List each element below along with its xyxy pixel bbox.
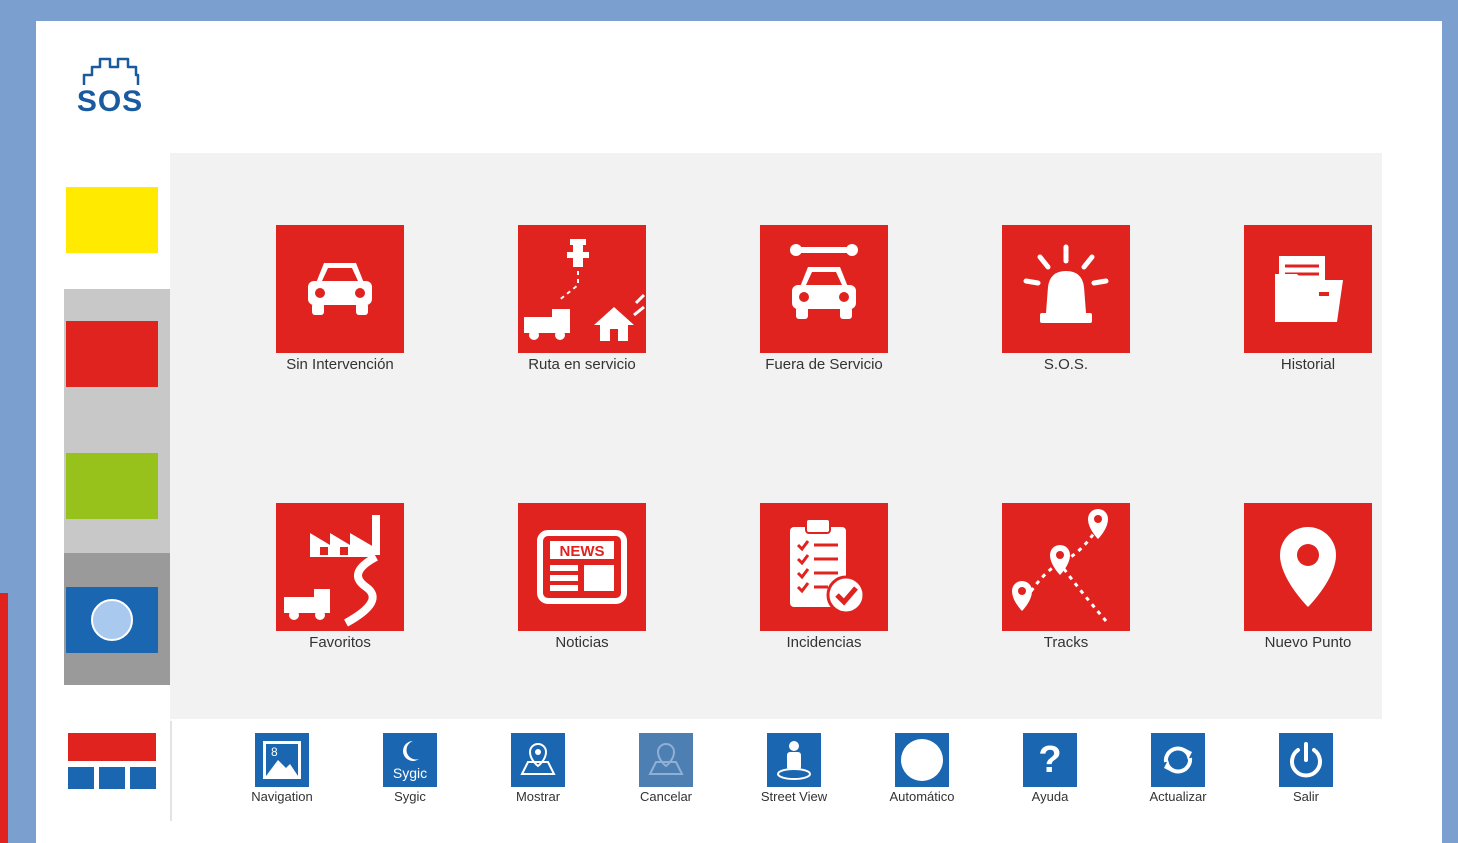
salir-button[interactable]: Salir: [1256, 733, 1356, 804]
street-view-icon: [767, 733, 821, 787]
show-map-icon: [511, 733, 565, 787]
logo-text: SOS: [76, 85, 144, 118]
status-group-gray: [64, 289, 170, 553]
main-tile-grid: Sin Intervención Ruta en servicio Fuera …: [170, 153, 1382, 719]
map-pins-icon: [1012, 509, 1108, 622]
layout-blue-cell-1: [68, 767, 94, 789]
status-green-swatch[interactable]: [66, 453, 158, 519]
toolbar-label: Ayuda: [1031, 789, 1069, 804]
navigation-button[interactable]: 8 Navigation: [232, 733, 332, 804]
layout-red-bar: [68, 733, 156, 761]
tile-label: Favoritos: [309, 634, 371, 651]
tile-label: Sin Intervención: [286, 356, 394, 373]
bottom-toolbar: 8 Navigation Sygic Sygic Mostrar Cancela…: [170, 721, 1384, 821]
tile-box: [760, 225, 888, 353]
tile-sin-intervencion[interactable]: Sin Intervención: [270, 225, 410, 373]
siren-icon: [1023, 244, 1109, 323]
svg-text:8: 8: [271, 745, 278, 759]
tile-box: NEWS: [518, 503, 646, 631]
toolbar-label: Sygic: [394, 789, 426, 804]
car-wrench-icon: [790, 244, 858, 319]
tile-sos[interactable]: S.O.S.: [996, 225, 1136, 373]
refresh-icon: [1151, 733, 1205, 787]
circle-icon: [895, 733, 949, 787]
tile-incidencias[interactable]: Incidencias: [754, 503, 894, 651]
fire-route-icon: [524, 239, 646, 341]
ayuda-button[interactable]: ? Ayuda: [1000, 733, 1100, 804]
tile-label: Historial: [1280, 356, 1336, 373]
tile-label: S.O.S.: [1043, 356, 1089, 373]
layout-blue-cell-2: [99, 767, 125, 789]
sygic-button[interactable]: Sygic Sygic: [360, 733, 460, 804]
navigation-map-icon: 8: [255, 733, 309, 787]
tile-noticias[interactable]: NEWS Noticias: [512, 503, 652, 651]
tile-label: Incidencias: [786, 634, 862, 651]
status-red-swatch[interactable]: [66, 321, 158, 387]
cancel-map-icon: [639, 733, 693, 787]
tile-fuera-de-servicio[interactable]: Fuera de Servicio: [754, 225, 894, 373]
tile-box: [276, 503, 404, 631]
layout-switch-slot[interactable]: [64, 685, 170, 819]
help-icon-text: ?: [1038, 739, 1062, 781]
toolbar-label: Mostrar: [515, 789, 561, 804]
clipboard-check-icon: [790, 518, 866, 615]
layout-blue-cell-3: [130, 767, 156, 789]
tile-label: Ruta en servicio: [528, 356, 636, 373]
tile-label: Noticias: [555, 634, 609, 651]
automatico-button[interactable]: Automático: [872, 733, 972, 804]
status-yellow-swatch[interactable]: [66, 187, 158, 253]
tile-label: Fuera de Servicio: [765, 356, 883, 373]
cancelar-button[interactable]: Cancelar: [616, 733, 716, 804]
location-pin-icon: [1280, 527, 1336, 607]
actualizar-button[interactable]: Actualizar: [1128, 733, 1228, 804]
svg-text:NEWS: NEWS: [560, 543, 605, 560]
tile-box: [1244, 503, 1372, 631]
toolbar-label: Automático: [889, 789, 955, 804]
car-icon: [308, 263, 372, 315]
power-icon: [1279, 733, 1333, 787]
tile-label: Nuevo Punto: [1264, 634, 1352, 651]
factory-icon: [284, 515, 380, 627]
app-screen: SOS Sin Intervención Ruta en servicio Fu…: [36, 21, 1442, 843]
tile-box: [1002, 503, 1130, 631]
sygic-icon-text: Sygic: [392, 765, 428, 781]
folder-icon: [1275, 256, 1343, 322]
tile-box: [518, 225, 646, 353]
tile-favoritos[interactable]: Favoritos: [270, 503, 410, 651]
toolbar-label: Street View: [760, 789, 828, 804]
tile-historial[interactable]: Historial: [1238, 225, 1378, 373]
status-sidebar: [64, 171, 170, 819]
toolbar-label: Navigation: [251, 789, 313, 804]
toolbar-label: Actualizar: [1149, 789, 1207, 804]
status-group-darkgray: [64, 553, 170, 685]
sygic-icon: Sygic: [383, 733, 437, 787]
tile-box: [760, 503, 888, 631]
tile-box: [1244, 225, 1372, 353]
red-edge-strip: [0, 593, 8, 843]
status-slot-yellow[interactable]: [64, 171, 170, 289]
status-blue-swatch[interactable]: [66, 587, 158, 653]
toolbar-label: Salir: [1292, 789, 1319, 804]
tile-box: [1002, 225, 1130, 353]
newspaper-icon: NEWS: [537, 530, 627, 604]
mostrar-button[interactable]: Mostrar: [488, 733, 588, 804]
tile-box: [276, 225, 404, 353]
logo-gear-icon: [82, 57, 140, 85]
tile-ruta-en-servicio[interactable]: Ruta en servicio: [512, 225, 652, 373]
tile-tracks[interactable]: Tracks: [996, 503, 1136, 651]
sos-logo: SOS: [70, 55, 150, 125]
tile-label: Tracks: [1043, 634, 1089, 651]
tile-nuevo-punto[interactable]: Nuevo Punto: [1238, 503, 1378, 651]
help-icon: ?: [1023, 733, 1077, 787]
toolbar-label: Cancelar: [639, 789, 693, 804]
street-view-button[interactable]: Street View: [744, 733, 844, 804]
circle-icon: [91, 599, 133, 641]
